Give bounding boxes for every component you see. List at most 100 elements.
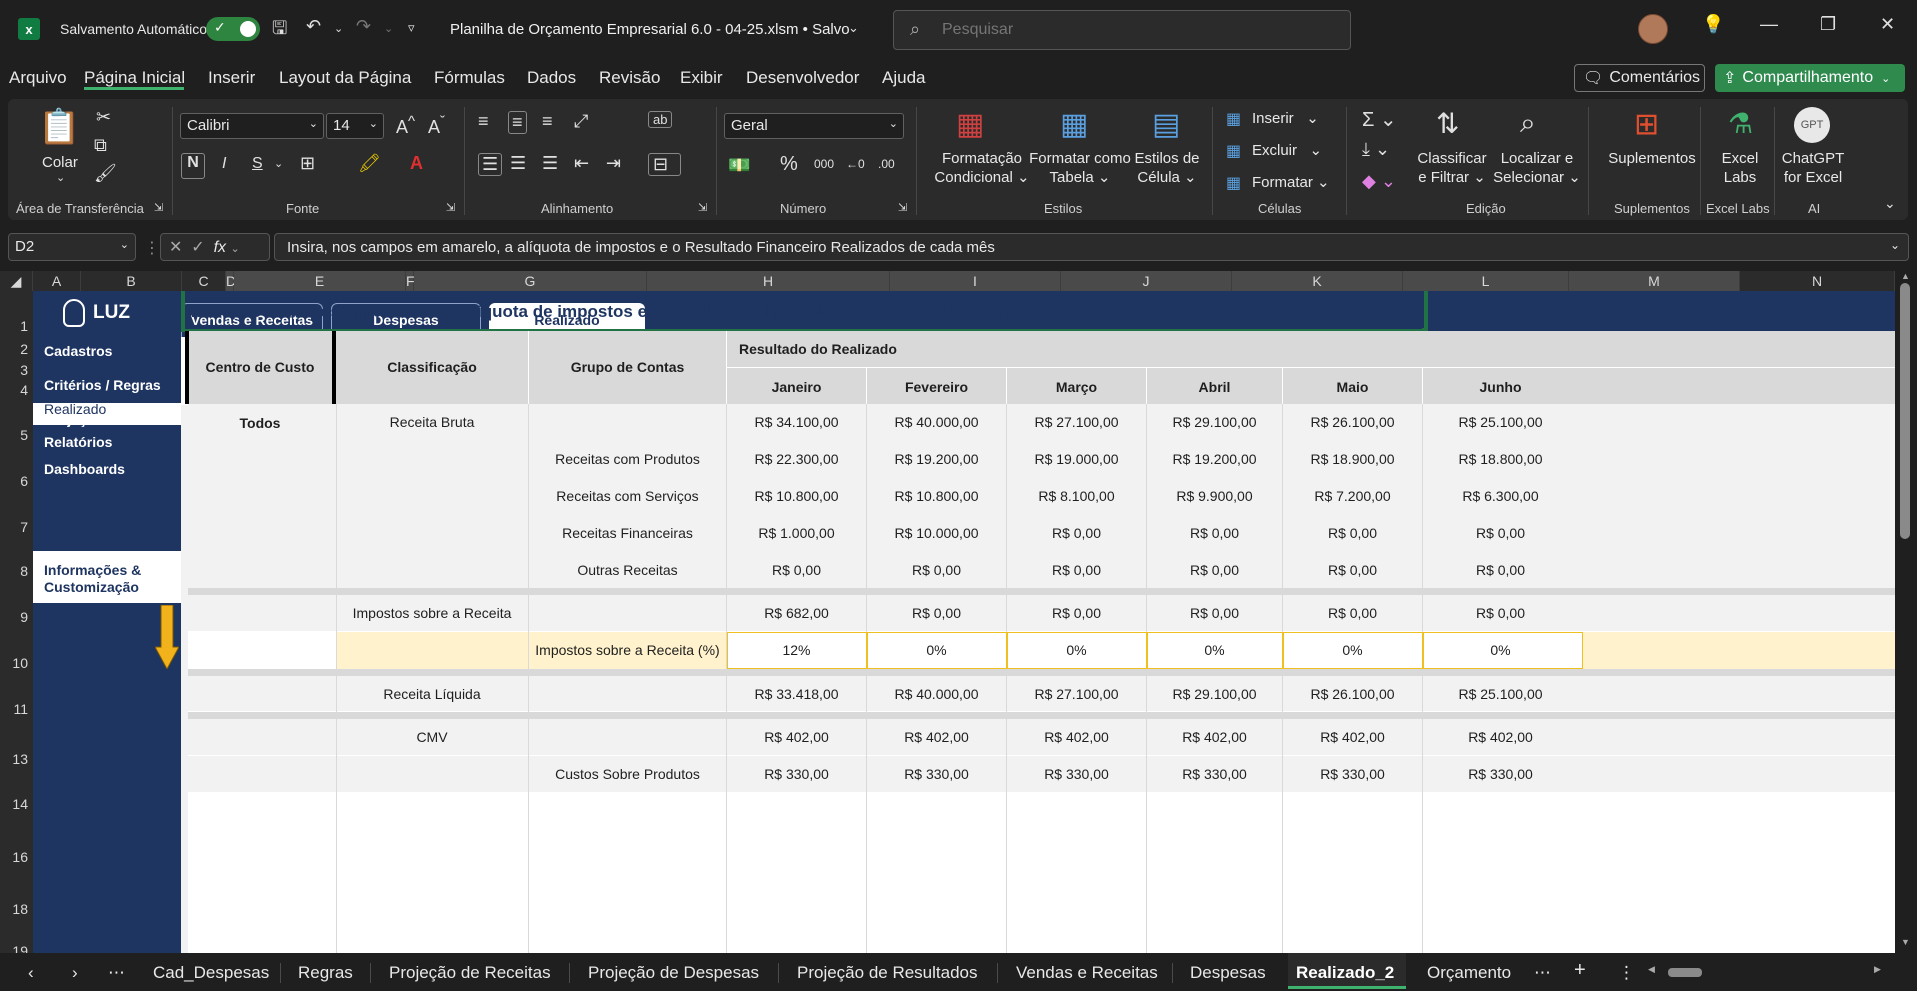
value-cell[interactable]: R$ 29.100,00 <box>1147 404 1282 441</box>
value-cell[interactable]: R$ 0,00 <box>727 552 866 589</box>
minimize-icon[interactable]: — <box>1760 14 1778 35</box>
value-cell[interactable]: R$ 0,00 <box>1423 515 1578 552</box>
column-header[interactable]: C <box>182 271 226 291</box>
account-group-cell[interactable]: Receitas Financeiras <box>529 515 726 552</box>
account-group-cell[interactable] <box>529 404 726 441</box>
format-cells-icon[interactable]: ▦ <box>1226 173 1241 193</box>
percent-icon[interactable]: % <box>780 153 798 176</box>
value-cell[interactable]: R$ 8.100,00 <box>1007 478 1146 515</box>
chevron-down-icon[interactable]: ⌄ <box>848 20 859 36</box>
column-header[interactable]: M <box>1569 271 1740 291</box>
align-bottom-icon[interactable]: ≡ <box>542 111 553 132</box>
scroll-right-icon[interactable]: ▶ <box>1874 964 1881 975</box>
sort-filter-icon[interactable]: ⇅ <box>1436 107 1459 140</box>
italic-button[interactable]: I <box>222 155 226 173</box>
value-cell[interactable]: R$ 0,00 <box>1147 515 1282 552</box>
insert-function-button[interactable]: fx <box>214 239 226 256</box>
more-sheets-icon[interactable]: ⋯ <box>108 963 125 983</box>
value-cell[interactable]: R$ 27.100,00 <box>1007 676 1146 712</box>
column-header[interactable]: A <box>33 271 81 291</box>
menu-inserir[interactable]: Inserir <box>208 68 255 88</box>
sidebar-item-realizado[interactable]: Realizado <box>44 401 106 417</box>
sort-filter-button[interactable]: Classificar e Filtrar ⌄ <box>1416 149 1488 187</box>
value-cell[interactable]: 0% <box>1283 632 1422 669</box>
paste-icon[interactable]: 📋 <box>38 107 80 147</box>
share-button[interactable]: ⇪ Compartilhamento ⌄ <box>1715 64 1905 92</box>
insert-cells-button[interactable]: Inserir ⌄ <box>1252 109 1319 128</box>
more-sheets-icon[interactable]: ⋯ <box>1534 963 1551 983</box>
autosave-toggle[interactable]: ✓ <box>206 17 260 41</box>
cut-icon[interactable]: ✂ <box>96 107 111 128</box>
redo-icon[interactable]: ↷ <box>356 16 371 37</box>
align-left-icon[interactable]: ☰ <box>478 153 503 176</box>
prev-sheet-icon[interactable]: ‹ <box>28 963 34 983</box>
row-header[interactable]: 18 <box>0 901 28 917</box>
name-box[interactable]: D2 ⌄ <box>8 233 136 261</box>
dialog-launcher-icon[interactable]: ⇲ <box>698 201 707 214</box>
chevron-down-icon[interactable]: ⌄ <box>274 157 283 170</box>
classification-cell[interactable]: Receita Bruta <box>336 404 528 441</box>
account-group-cell[interactable] <box>529 719 726 756</box>
account-group-cell[interactable]: Receitas com Produtos <box>529 441 726 478</box>
sidebar-item-informacoes[interactable]: Informações & Customização <box>44 562 141 596</box>
menu-formulas[interactable]: Fórmulas <box>434 68 505 88</box>
value-cell[interactable]: R$ 330,00 <box>1147 756 1282 793</box>
value-cell[interactable]: R$ 40.000,00 <box>867 404 1006 441</box>
row-header[interactable]: 9 <box>0 609 28 625</box>
row-header[interactable]: 4 <box>0 382 28 398</box>
undo-icon[interactable]: ↶ <box>306 16 321 37</box>
excel-labs-icon[interactable]: ⚗ <box>1728 107 1753 140</box>
menu-revisao[interactable]: Revisão <box>599 68 660 88</box>
row-header[interactable]: 16 <box>0 849 28 865</box>
value-cell[interactable]: R$ 0,00 <box>1007 552 1146 589</box>
cancel-icon[interactable]: ✕ <box>169 239 182 256</box>
menu-arquivo[interactable]: Arquivo <box>9 68 67 88</box>
sheet-tab[interactable]: Regras <box>298 963 353 983</box>
classification-cell[interactable] <box>336 552 528 589</box>
value-cell[interactable]: R$ 19.200,00 <box>1147 441 1282 478</box>
column-header[interactable]: E <box>234 271 406 291</box>
value-cell[interactable]: R$ 330,00 <box>1423 756 1578 793</box>
next-sheet-icon[interactable]: › <box>72 963 78 983</box>
font-name-select[interactable]: Calibri ⌄ <box>180 113 324 139</box>
close-icon[interactable]: ✕ <box>1880 14 1895 35</box>
value-cell[interactable]: R$ 34.100,00 <box>727 404 866 441</box>
value-cell[interactable]: R$ 330,00 <box>1283 756 1422 793</box>
dialog-launcher-icon[interactable]: ⇲ <box>446 201 455 214</box>
column-header[interactable]: G <box>414 271 647 291</box>
value-cell[interactable]: R$ 26.100,00 <box>1283 404 1422 441</box>
paste-label[interactable]: Colar <box>42 153 78 172</box>
value-cell[interactable]: R$ 18.900,00 <box>1283 441 1422 478</box>
column-header[interactable]: K <box>1232 271 1403 291</box>
underline-button[interactable]: S <box>252 155 263 173</box>
menu-ajuda[interactable]: Ajuda <box>882 68 925 88</box>
value-cell[interactable]: R$ 19.200,00 <box>867 441 1006 478</box>
scroll-left-icon[interactable]: ◀ <box>1648 964 1655 975</box>
font-color-icon[interactable]: A <box>410 153 423 174</box>
row-header[interactable]: 11 <box>0 701 28 717</box>
value-cell[interactable]: 0% <box>867 632 1006 669</box>
decrease-indent-icon[interactable]: ⇤ <box>574 153 589 174</box>
borders-icon[interactable]: ⊞ <box>300 153 315 174</box>
scroll-thumb[interactable] <box>1668 968 1702 977</box>
value-cell[interactable]: R$ 33.418,00 <box>727 676 866 712</box>
value-cell[interactable]: R$ 402,00 <box>1147 719 1282 756</box>
scroll-down-icon[interactable]: ▼ <box>1901 937 1910 947</box>
row-header[interactable]: 8 <box>0 563 28 579</box>
enter-icon[interactable]: ✓ <box>191 239 204 256</box>
value-cell[interactable]: R$ 19.000,00 <box>1007 441 1146 478</box>
row-header[interactable]: 2 <box>0 341 28 357</box>
chatgpt-button[interactable]: ChatGPT for Excel <box>1778 149 1848 187</box>
row-header[interactable]: 10 <box>0 655 28 671</box>
select-all-corner[interactable]: ◢ <box>0 271 33 291</box>
value-cell[interactable]: R$ 26.100,00 <box>1283 676 1422 712</box>
column-header[interactable]: L <box>1403 271 1569 291</box>
row-header[interactable]: 5 <box>0 427 28 443</box>
value-cell[interactable]: R$ 9.900,00 <box>1147 478 1282 515</box>
delete-cells-button[interactable]: Excluir ⌄ <box>1252 141 1322 160</box>
font-size-select[interactable]: 14 ⌄ <box>326 113 384 139</box>
cost-center-value[interactable]: Todos <box>188 415 332 431</box>
insert-cells-icon[interactable]: ▦ <box>1226 109 1241 129</box>
format-table-icon[interactable]: ▦ <box>1060 107 1088 142</box>
value-cell[interactable]: R$ 682,00 <box>727 595 866 632</box>
